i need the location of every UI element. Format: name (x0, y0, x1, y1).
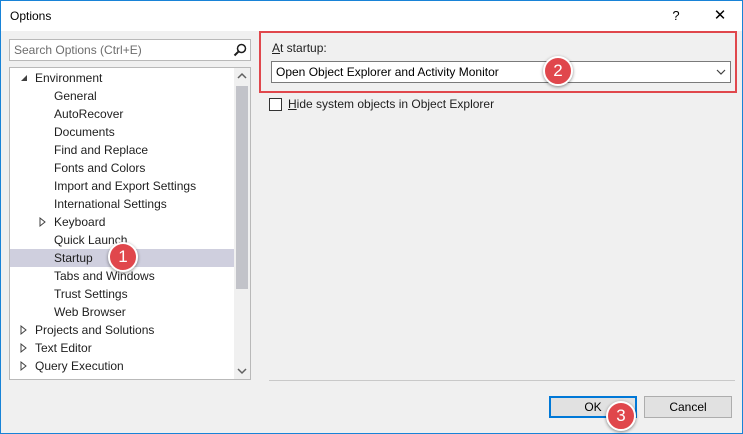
tree-item[interactable]: Trust Settings (10, 285, 234, 303)
tree-item-label: Text Editor (35, 341, 92, 355)
tree-item[interactable]: Import and Export Settings (10, 177, 234, 195)
window-title: Options (10, 9, 52, 23)
tree-item-label: Query Execution (35, 359, 124, 373)
tree-item-label: Keyboard (54, 215, 106, 229)
tree-item[interactable]: Find and Replace (10, 141, 234, 159)
cancel-button[interactable]: Cancel (644, 396, 732, 418)
tree-item-label: Import and Export Settings (54, 179, 197, 193)
collapsed-arrow-icon[interactable] (18, 321, 30, 339)
step-badge-1: 1 (108, 242, 138, 272)
tree-item[interactable]: Web Browser (10, 303, 234, 321)
options-tree: Environment General AutoRecover Documents Fi… (9, 67, 251, 380)
tree-item[interactable]: Query Execution (10, 357, 234, 375)
tree-item[interactable]: Keyboard (10, 213, 234, 231)
tree-item-label: Query Results (35, 375, 111, 379)
search-options-box (9, 39, 251, 61)
tree-item[interactable]: Projects and Solutions (10, 321, 234, 339)
collapsed-arrow-icon[interactable] (37, 213, 49, 231)
tree-scrollbar[interactable] (234, 68, 250, 379)
title-bar: Options ? ✕ (1, 1, 742, 31)
tree-item-label: Web Browser (54, 305, 126, 319)
tree-item-label: Tabs and Windows (54, 269, 155, 283)
expanded-arrow-icon[interactable] (18, 69, 30, 87)
tree-item-label: Projects and Solutions (35, 323, 155, 337)
tree-item-label: Find and Replace (54, 143, 149, 157)
tree-item-label: AutoRecover (54, 107, 124, 121)
at-startup-label-rest: t startup: (280, 41, 327, 55)
tree-item[interactable]: General (10, 87, 234, 105)
at-startup-accel: A (272, 41, 281, 55)
hide-system-objects-checkbox[interactable] (269, 98, 282, 111)
tree-item-label: Fonts and Colors (54, 161, 146, 175)
scroll-thumb[interactable] (236, 86, 248, 289)
at-startup-label: At startup: (272, 41, 327, 55)
collapsed-arrow-icon[interactable] (18, 357, 30, 375)
tree-item-label: General (54, 89, 97, 103)
close-button[interactable]: ✕ (706, 4, 734, 28)
tree-item[interactable]: Documents (10, 123, 234, 141)
options-dialog: Options ? ✕ Environment General AutoRecove… (0, 0, 743, 434)
startup-dropdown-value: Open Object Explorer and Activity Monito… (276, 65, 499, 79)
collapsed-arrow-icon[interactable] (18, 339, 30, 357)
tree-item[interactable]: Fonts and Colors (10, 159, 234, 177)
help-button[interactable]: ? (664, 4, 688, 28)
tree-item[interactable]: AutoRecover (10, 105, 234, 123)
step-badge-2: 2 (543, 56, 573, 86)
tree-item[interactable]: Environment (10, 69, 234, 87)
scroll-up-arrow-icon[interactable] (234, 68, 250, 84)
hide-system-objects-label-rest: ide system objects in Object Explorer (296, 97, 495, 111)
step-badge-3: 3 (606, 401, 636, 431)
hide-system-objects-accel: H (288, 97, 297, 111)
tree-item[interactable]: Query Results (10, 375, 234, 379)
chevron-down-icon[interactable] (712, 62, 730, 82)
tree-view: Environment General AutoRecover Documents Fi… (10, 68, 234, 379)
tree-item-label: International Settings (54, 197, 167, 211)
tree-item-label: Environment (35, 71, 103, 85)
tree-item-label: Trust Settings (54, 287, 128, 301)
search-input[interactable] (10, 40, 230, 60)
hide-system-objects-label[interactable]: Hide system objects in Object Explorer (288, 97, 494, 111)
footer-separator (269, 380, 735, 381)
startup-highlight-box: At startup: Open Object Explorer and Act… (259, 31, 737, 93)
tree-item[interactable]: International Settings (10, 195, 234, 213)
scroll-down-arrow-icon[interactable] (234, 363, 250, 379)
tree-item-label: Startup (54, 251, 93, 265)
search-icon[interactable] (232, 42, 248, 58)
startup-dropdown[interactable]: Open Object Explorer and Activity Monito… (271, 61, 731, 83)
tree-item[interactable]: Text Editor (10, 339, 234, 357)
collapsed-arrow-icon[interactable] (18, 375, 30, 379)
tree-item-label: Documents (54, 125, 115, 139)
